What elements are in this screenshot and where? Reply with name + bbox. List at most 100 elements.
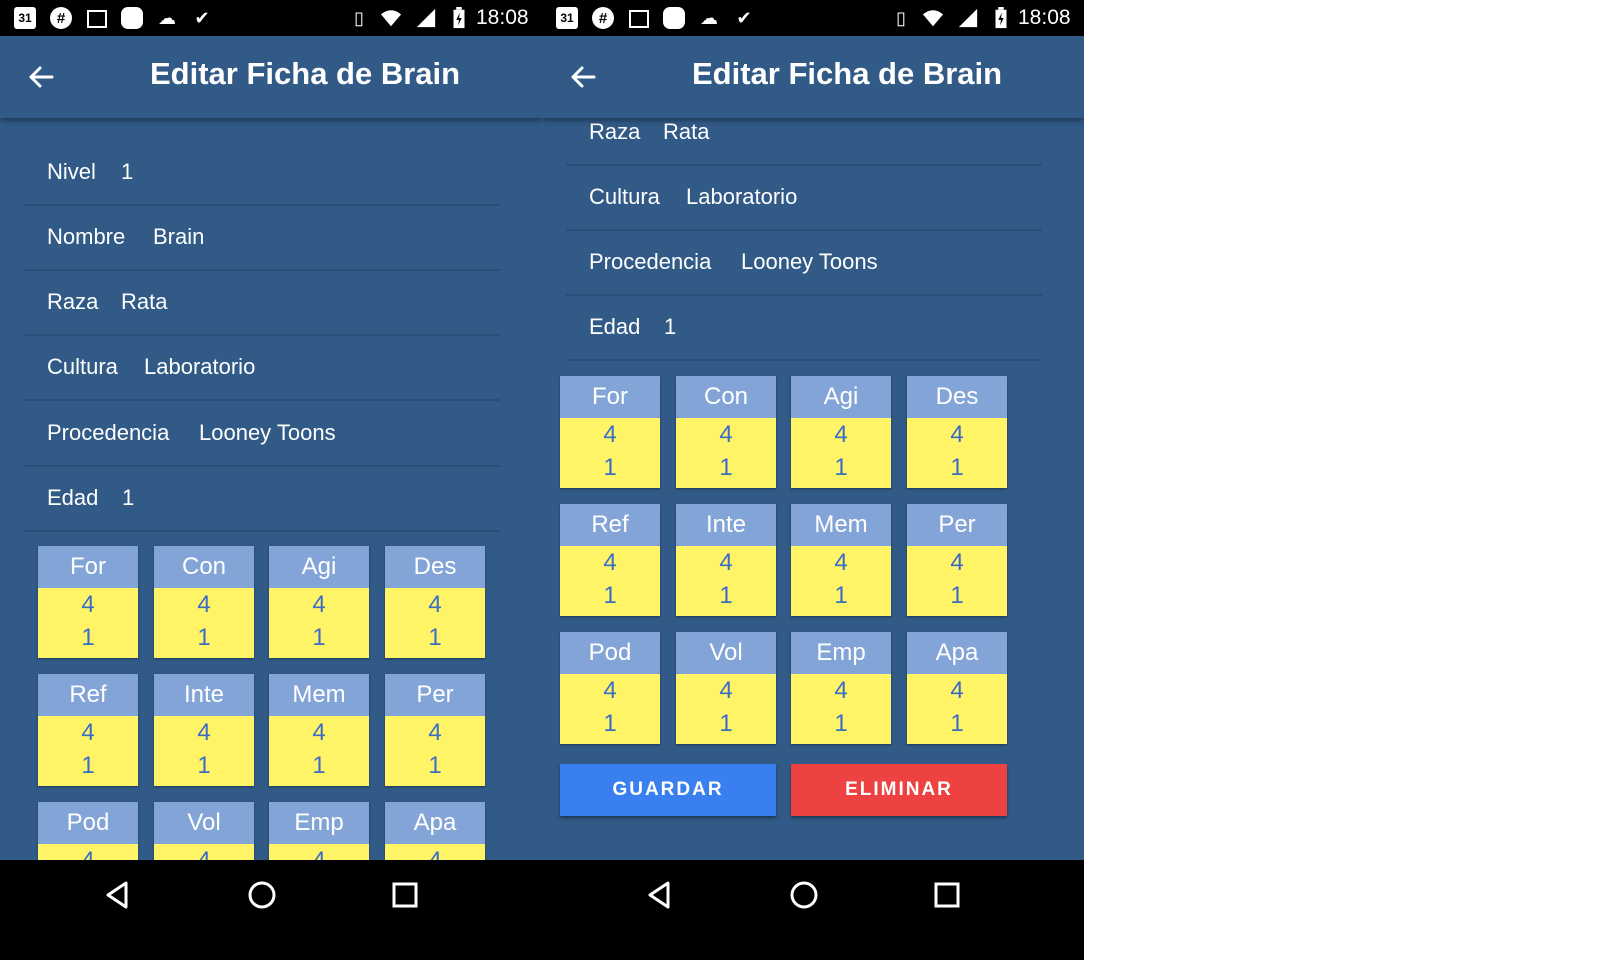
status-bar: 31 # ☁ ✔ ▯ 18:08: [542, 0, 1084, 36]
field-cultura[interactable]: Cultura Laboratorio: [24, 334, 500, 401]
field-procedencia[interactable]: Procedencia Looney Toons: [24, 400, 500, 467]
field-value[interactable]: Laboratorio: [686, 184, 797, 210]
stat-card-pod[interactable]: Pod41: [38, 802, 138, 860]
stat-card-per[interactable]: Per 4 1: [385, 674, 485, 786]
stat-card-for[interactable]: For 4 1: [560, 376, 660, 488]
stat-value[interactable]: 4: [560, 548, 660, 578]
stat-value[interactable]: 4: [676, 676, 776, 706]
stat-value[interactable]: 4: [38, 718, 138, 748]
field-value[interactable]: Rata: [121, 289, 167, 315]
stat-value[interactable]: 4: [791, 548, 891, 578]
stat-name: Con: [154, 546, 254, 588]
field-edad[interactable]: Edad 1: [24, 465, 500, 532]
field-value[interactable]: Brain: [153, 224, 204, 250]
field-edad[interactable]: Edad 1: [566, 294, 1042, 361]
stat-value[interactable]: 4: [38, 590, 138, 620]
stat-card-agi[interactable]: Agi 4 1: [791, 376, 891, 488]
page-title: Editar Ficha de Brain: [692, 56, 1003, 91]
stat-value[interactable]: 4: [154, 846, 254, 860]
field-nombre[interactable]: Nombre Brain: [24, 204, 500, 271]
checkmark-icon: ✔: [194, 7, 210, 28]
stat-card-inte[interactable]: Inte 4 1: [154, 674, 254, 786]
stat-value[interactable]: 4: [269, 590, 369, 620]
stat-value[interactable]: 4: [791, 420, 891, 450]
stat-value[interactable]: 4: [154, 590, 254, 620]
battery-icon: [995, 7, 1007, 29]
stat-value[interactable]: 4: [154, 718, 254, 748]
stat-card-agi[interactable]: Agi 4 1: [269, 546, 369, 658]
field-nivel[interactable]: Nivel 1: [24, 139, 500, 206]
stat-card-emp[interactable]: Emp41: [269, 802, 369, 860]
stat-card-des[interactable]: Des 4 1: [385, 546, 485, 658]
field-label: Cultura: [589, 184, 660, 209]
stat-card-apa[interactable]: Apa41: [385, 802, 485, 860]
stat-card-apa[interactable]: Apa41: [907, 632, 1007, 744]
stat-value[interactable]: 4: [38, 846, 138, 860]
stat-card-ref[interactable]: Ref 4 1: [560, 504, 660, 616]
stat-card-per[interactable]: Per 4 1: [907, 504, 1007, 616]
stat-value[interactable]: 4: [907, 420, 1007, 450]
back-arrow-icon[interactable]: [26, 62, 56, 92]
stat-value[interactable]: 4: [676, 548, 776, 578]
nav-home-icon[interactable]: [787, 878, 821, 912]
field-value[interactable]: Looney Toons: [741, 249, 878, 275]
stat-card-pod[interactable]: Pod41: [560, 632, 660, 744]
stat-modifier: 1: [719, 710, 733, 737]
field-value[interactable]: 1: [121, 159, 133, 185]
game-icon: ☁: [700, 7, 718, 28]
field-cultura[interactable]: Cultura Laboratorio: [566, 164, 1042, 231]
screen-left: 31 # ☁ ✔ ▯ 18:08 Editar Ficha de Brain N…: [0, 0, 542, 960]
stat-value[interactable]: 4: [560, 676, 660, 706]
nav-back-icon[interactable]: [100, 878, 134, 912]
field-value[interactable]: Laboratorio: [144, 354, 255, 380]
stat-modifier: 1: [312, 624, 326, 651]
nav-back-icon[interactable]: [642, 878, 676, 912]
stat-card-for[interactable]: For 4 1: [38, 546, 138, 658]
stat-card-vol[interactable]: Vol41: [154, 802, 254, 860]
save-button[interactable]: GUARDAR: [560, 764, 776, 816]
nav-recents-icon[interactable]: [388, 878, 422, 912]
stat-value[interactable]: 4: [907, 548, 1007, 578]
stat-card-con[interactable]: Con 4 1: [154, 546, 254, 658]
stat-name: Per: [907, 504, 1007, 546]
stat-card-mem[interactable]: Mem 4 1: [791, 504, 891, 616]
stat-card-mem[interactable]: Mem 4 1: [269, 674, 369, 786]
vibrate-icon: ▯: [354, 7, 364, 28]
field-value[interactable]: 1: [664, 314, 676, 340]
stat-value[interactable]: 4: [269, 846, 369, 860]
stat-card-des[interactable]: Des 4 1: [907, 376, 1007, 488]
stat-card-inte[interactable]: Inte 4 1: [676, 504, 776, 616]
field-procedencia[interactable]: Procedencia Looney Toons: [566, 229, 1042, 296]
field-value[interactable]: 1: [122, 485, 134, 511]
stat-card-ref[interactable]: Ref 4 1: [38, 674, 138, 786]
system-nav-bar: [0, 860, 542, 960]
system-nav-bar: [542, 860, 1084, 960]
stat-value[interactable]: 4: [560, 420, 660, 450]
back-arrow-icon[interactable]: [568, 62, 598, 92]
stat-modifier: 1: [834, 582, 848, 609]
stat-value[interactable]: 4: [385, 846, 485, 860]
field-value[interactable]: Looney Toons: [199, 420, 336, 446]
stat-value[interactable]: 4: [907, 676, 1007, 706]
stat-value[interactable]: 4: [385, 718, 485, 748]
battery-icon: [453, 7, 465, 29]
field-raza[interactable]: Raza Rata: [24, 269, 500, 336]
stat-card-vol[interactable]: Vol41: [676, 632, 776, 744]
field-value[interactable]: Rata: [663, 119, 709, 145]
stat-modifier: 1: [603, 582, 617, 609]
stat-card-emp[interactable]: Emp41: [791, 632, 891, 744]
stat-card-con[interactable]: Con 4 1: [676, 376, 776, 488]
delete-button[interactable]: ELIMINAR: [791, 764, 1007, 816]
stat-value[interactable]: 4: [676, 420, 776, 450]
form-scroll[interactable]: Nivel 1 Nombre Brain Raza Rata Cultura L…: [0, 118, 542, 860]
nav-recents-icon[interactable]: [930, 878, 964, 912]
stat-value[interactable]: 4: [791, 676, 891, 706]
stat-name: Agi: [269, 546, 369, 588]
photo-icon: [87, 10, 107, 28]
stat-name: Vol: [154, 802, 254, 844]
nav-home-icon[interactable]: [245, 878, 279, 912]
stat-value[interactable]: 4: [385, 590, 485, 620]
form-scroll[interactable]: Raza Rata Cultura Laboratorio Procedenci…: [542, 118, 1084, 860]
stat-value[interactable]: 4: [269, 718, 369, 748]
field-raza[interactable]: Raza Rata: [566, 118, 1042, 166]
